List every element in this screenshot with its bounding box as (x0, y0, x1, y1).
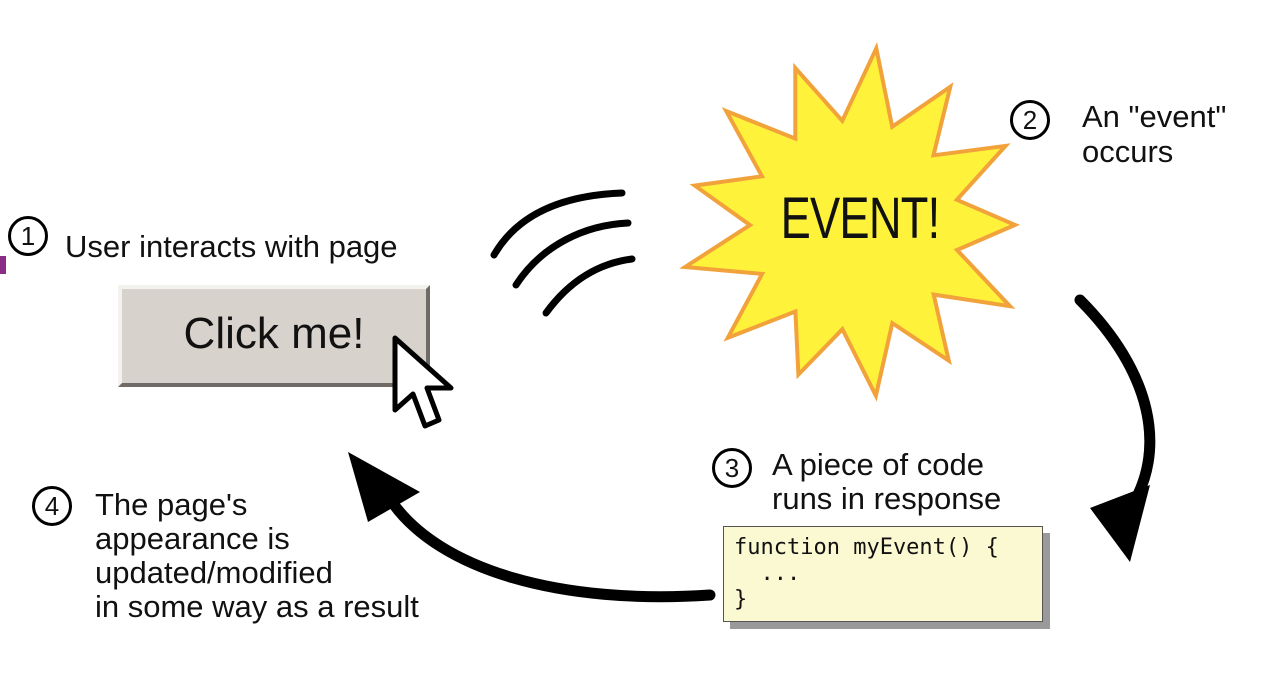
step-2-number: 2 (1010, 100, 1050, 140)
step-1-text: User interacts with page (65, 229, 398, 264)
step-1-number: 1 (8, 216, 48, 256)
code-line-3: } (734, 587, 748, 612)
curved-arrow-icon (1074, 294, 1156, 562)
signal-waves-icon (490, 189, 636, 317)
edge-mark (0, 256, 6, 274)
step-2-line1: An "event" (1082, 99, 1227, 134)
code-block: function myEvent() { ... } (723, 526, 1043, 622)
step-4-line4: in some way as a result (95, 589, 419, 624)
step-4-line2: appearance is (95, 521, 290, 556)
curved-arrow-icon (348, 452, 716, 603)
mouse-cursor-icon (392, 335, 454, 429)
step-4-line1: The page's (95, 487, 248, 522)
code-line-2: ... (734, 561, 801, 586)
step-3-line2: runs in response (772, 481, 1002, 516)
step-3-line1: A piece of code (772, 447, 984, 482)
step-4-line3: updated/modified (95, 555, 333, 590)
step-2-line2: occurs (1082, 134, 1174, 169)
click-me-button[interactable]: Click me! (118, 285, 430, 387)
code-line-1: function myEvent() { (734, 535, 999, 560)
step-4-number: 4 (32, 486, 72, 526)
event-label: EVENT! (780, 186, 941, 251)
